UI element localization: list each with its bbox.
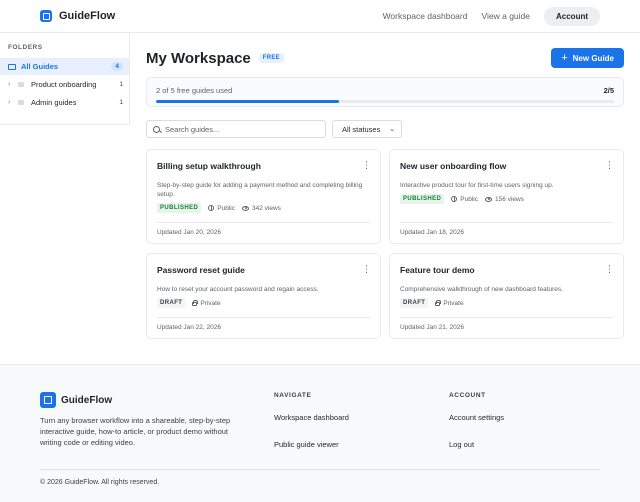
guide-title[interactable]: New user onboarding flow — [400, 161, 506, 171]
updated-date: Updated Jan 21, 2026 — [400, 317, 613, 331]
globe-icon — [208, 205, 215, 211]
folder-label: Product onboarding — [31, 80, 97, 89]
page-title: My Workspace — [146, 49, 251, 67]
views-count: 156 views — [495, 195, 524, 203]
chevron-right-icon[interactable]: › — [8, 81, 16, 88]
status-badge: PUBLISHED — [157, 203, 202, 213]
footer-navigate-title: NAVIGATE — [274, 392, 312, 399]
folder-all-guides[interactable]: All Guides 4 — [0, 58, 129, 75]
folder-count: 1 — [119, 99, 123, 106]
footer-link-workspace-dashboard[interactable]: Workspace dashboard — [274, 413, 349, 440]
folder-icon — [18, 82, 24, 87]
eye-icon — [485, 196, 492, 202]
folder-product-onboarding[interactable]: › Product onboarding 1 — [0, 76, 129, 93]
visibility-label: Public — [460, 195, 478, 203]
lock-icon — [435, 299, 442, 306]
brand-name: GuideFlow — [59, 10, 116, 22]
guide-title[interactable]: Billing setup walkthrough — [157, 161, 261, 171]
footer-link-log-out[interactable]: Log out — [449, 440, 504, 467]
status-badge: DRAFT — [400, 298, 429, 308]
chevron-down-icon: ⌄ — [389, 126, 395, 133]
search-input[interactable] — [165, 124, 315, 134]
top-nav: Workspace dashboard View a guide Account — [383, 6, 600, 26]
views-count: 342 views — [252, 204, 281, 212]
search-icon — [153, 125, 160, 133]
eye-icon — [242, 205, 249, 211]
guide-title[interactable]: Password reset guide — [157, 265, 245, 275]
guide-card[interactable]: Billing setup walkthrough ⋮ Step-by-step… — [146, 149, 381, 244]
updated-date: Updated Jan 18, 2026 — [400, 222, 613, 236]
updated-date: Updated Jan 22, 2026 — [157, 317, 370, 331]
new-guide-label: New Guide — [572, 53, 614, 63]
folder-label: Admin guides — [31, 98, 77, 107]
nav-workspace-dashboard[interactable]: Workspace dashboard — [383, 11, 468, 21]
footer-brand[interactable]: GuideFlow — [40, 392, 112, 408]
status-badge: DRAFT — [157, 298, 186, 308]
folder-count: 4 — [111, 62, 123, 71]
top-navbar: GuideFlow Workspace dashboard View a gui… — [0, 0, 640, 33]
visibility-label: Private — [200, 299, 221, 307]
more-options-icon[interactable]: ⋮ — [362, 161, 371, 170]
lock-icon — [192, 299, 199, 306]
page-header: My Workspace FREE + New Guide — [146, 48, 624, 68]
usage-progress-fill — [156, 100, 340, 103]
copyright: © 2026 GuideFlow. All rights reserved. — [40, 479, 160, 486]
guide-title[interactable]: Feature tour demo — [400, 265, 475, 275]
plus-icon: + — [561, 51, 568, 64]
usage-progress-bar — [156, 100, 614, 103]
guide-description: Interactive product tour for first-time … — [400, 182, 554, 189]
plan-badge: FREE — [258, 53, 284, 63]
status-filter-value: All statuses — [342, 124, 381, 134]
folder-label: All Guides — [21, 62, 59, 71]
globe-icon — [451, 196, 458, 202]
nav-view-guide[interactable]: View a guide — [481, 11, 530, 21]
more-options-icon[interactable]: ⋮ — [362, 265, 371, 274]
more-options-icon[interactable]: ⋮ — [605, 265, 614, 274]
guideflow-logo-icon — [40, 10, 52, 22]
guide-description: Comprehensive walkthrough of new dashboa… — [400, 286, 563, 293]
brand[interactable]: GuideFlow — [40, 10, 115, 22]
guide-card[interactable]: Feature tour demo ⋮ Comprehensive walkth… — [389, 253, 624, 339]
updated-date: Updated Jan 20, 2026 — [157, 222, 370, 236]
site-footer: GuideFlow Turn any browser workflow into… — [0, 364, 640, 502]
footer-brand-name: GuideFlow — [61, 394, 113, 406]
visibility-label: Private — [443, 299, 464, 307]
folder-count: 1 — [119, 81, 123, 88]
filters-row: All statuses ⌄ — [146, 120, 624, 138]
footer-navigate-column: NAVIGATE Workspace dashboard Public guid… — [274, 392, 349, 467]
guide-card[interactable]: Password reset guide ⋮ How to reset your… — [146, 253, 381, 339]
status-filter-select[interactable]: All statuses ⌄ — [332, 120, 402, 138]
folder-icon — [18, 100, 24, 105]
guideflow-logo-icon — [40, 392, 56, 408]
account-button[interactable]: Account — [544, 6, 600, 26]
footer-link-public-guide-viewer[interactable]: Public guide viewer — [274, 440, 349, 467]
footer-link-account-settings[interactable]: Account settings — [449, 413, 504, 440]
more-options-icon[interactable]: ⋮ — [605, 161, 614, 170]
footer-divider — [40, 469, 600, 470]
new-guide-button[interactable]: + New Guide — [551, 48, 624, 68]
guide-description: Step-by-step guide for adding a payment … — [157, 182, 363, 198]
guide-description: How to reset your account password and r… — [157, 286, 319, 293]
usage-text: 2 of 5 free guides used — [156, 86, 233, 95]
folder-icon — [8, 63, 16, 70]
guide-card[interactable]: New user onboarding flow ⋮ Interactive p… — [389, 149, 624, 244]
footer-description: Turn any browser workflow into a shareab… — [40, 416, 231, 447]
folder-admin-guides[interactable]: › Admin guides 1 — [0, 94, 129, 111]
footer-account-title: ACCOUNT — [449, 392, 486, 399]
status-badge: PUBLISHED — [400, 194, 445, 204]
folders-title: FOLDERS — [8, 44, 43, 51]
usage-count: 2/5 — [603, 86, 614, 95]
footer-account-column: ACCOUNT Account settings Log out — [449, 392, 504, 467]
usage-panel: 2 of 5 free guides used 2/5 — [146, 77, 624, 107]
search-box[interactable] — [146, 120, 326, 138]
chevron-right-icon[interactable]: › — [8, 99, 16, 106]
folders-sidebar: FOLDERS All Guides 4 › Product onboardin… — [0, 33, 130, 125]
visibility-label: Public — [217, 204, 235, 212]
